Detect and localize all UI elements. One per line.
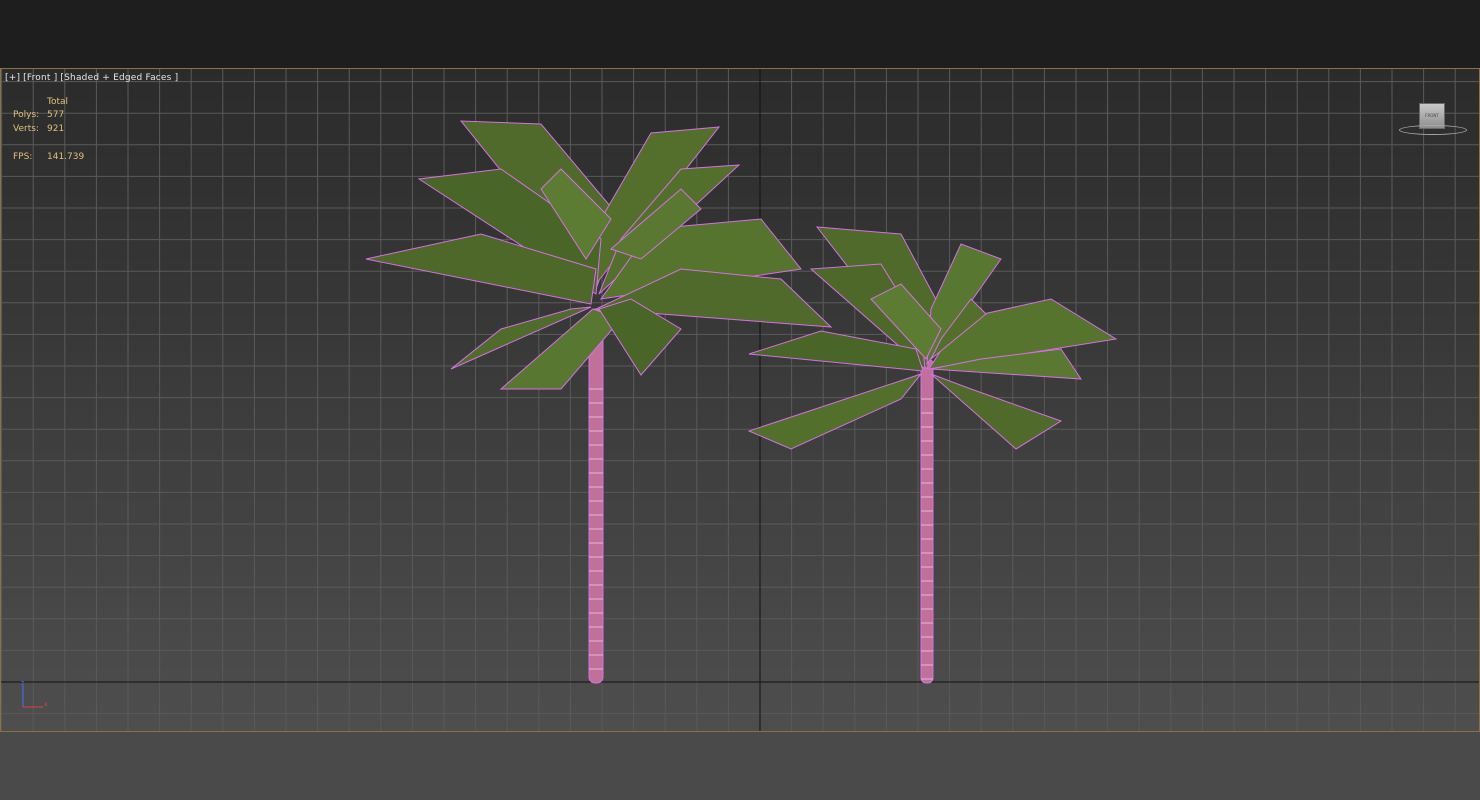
viewport-shading-menu[interactable]: [Shaded + Edged Faces ] <box>60 73 178 83</box>
axis-tripod-icon: z x <box>21 681 48 708</box>
fps-value: 141.739 <box>47 152 85 162</box>
palm-trunk-left <box>588 308 604 684</box>
bottom-band <box>0 732 1480 800</box>
top-band <box>0 0 1480 68</box>
viewport-scene[interactable] <box>1 69 1479 731</box>
polys-value: 577 <box>47 110 65 120</box>
fps-label: FPS: <box>13 152 33 162</box>
grid <box>1 69 1479 731</box>
viewcube-compass-ring[interactable] <box>1399 125 1467 135</box>
viewport-view-menu[interactable]: [Front ] <box>23 73 57 83</box>
front-viewport[interactable]: [+] [Front ] [Shaded + Edged Faces ] Total… <box>0 68 1480 732</box>
verts-label: Verts: <box>13 124 39 134</box>
stats-header: Total <box>47 97 69 107</box>
verts-value: 921 <box>47 124 65 134</box>
viewport-plus-menu[interactable]: [+] <box>5 73 20 83</box>
polys-label: Polys: <box>13 110 40 120</box>
palm-tree-left[interactable] <box>365 120 833 684</box>
palm-trunk-right <box>920 358 934 684</box>
axis-x-label: x <box>44 701 48 708</box>
palm-tree-right[interactable] <box>747 226 1118 684</box>
viewcube[interactable]: FRONT <box>1399 103 1467 139</box>
viewport-label-menu[interactable]: [+] [Front ] [Shaded + Edged Faces ] <box>5 73 181 83</box>
axis-z-label: z <box>21 681 24 687</box>
